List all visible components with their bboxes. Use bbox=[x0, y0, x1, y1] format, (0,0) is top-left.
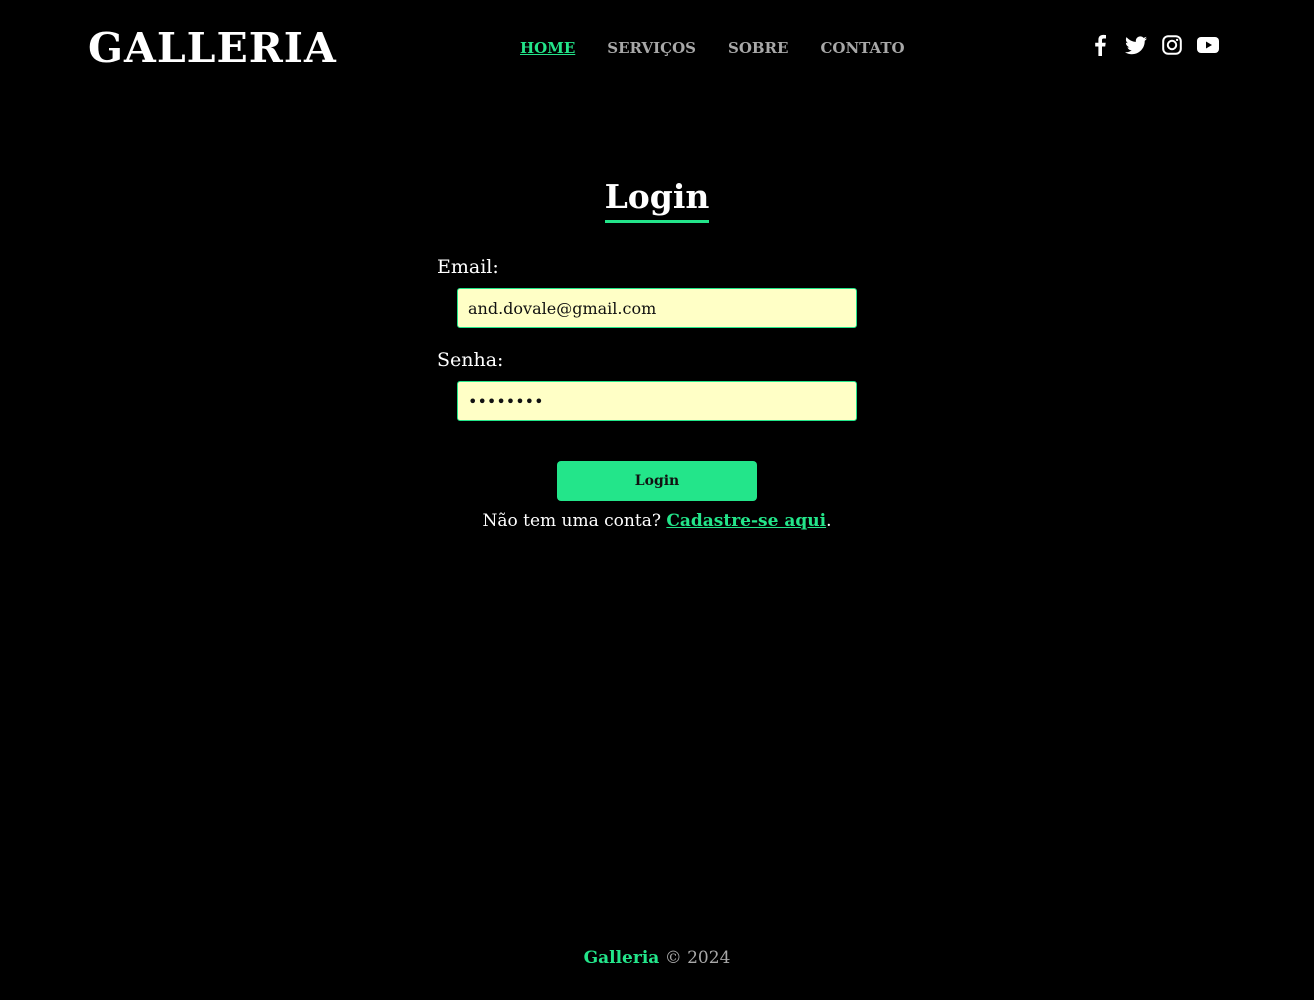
instagram-icon[interactable] bbox=[1161, 34, 1183, 56]
login-title-wrap: Login bbox=[0, 176, 1314, 223]
site-logo[interactable]: GALLERIA bbox=[88, 23, 337, 73]
signup-link[interactable]: Cadastre-se aqui bbox=[666, 511, 826, 531]
email-field[interactable] bbox=[457, 288, 857, 328]
password-field[interactable] bbox=[457, 381, 857, 421]
signup-suffix: . bbox=[826, 511, 832, 531]
nav-link-servicos[interactable]: SERVIÇOS bbox=[607, 37, 696, 59]
twitter-icon[interactable] bbox=[1125, 34, 1147, 56]
signup-prompt: Não tem uma conta? Cadastre-se aqui. bbox=[0, 510, 1314, 532]
email-label: Email: bbox=[437, 256, 499, 278]
signup-prefix: Não tem uma conta? bbox=[482, 511, 667, 531]
password-label: Senha: bbox=[437, 349, 504, 371]
facebook-icon[interactable] bbox=[1089, 34, 1111, 56]
login-title: Login bbox=[604, 176, 710, 223]
login-button[interactable]: Login bbox=[557, 461, 757, 501]
main-nav: HOME SERVIÇOS SOBRE CONTATO bbox=[520, 37, 905, 59]
nav-link-contato[interactable]: CONTATO bbox=[820, 37, 904, 59]
footer-copyright: © 2024 bbox=[659, 948, 731, 968]
youtube-icon[interactable] bbox=[1197, 34, 1219, 56]
site-header: GALLERIA HOME SERVIÇOS SOBRE CONTATO bbox=[0, 0, 1314, 95]
footer-brand: Galleria bbox=[583, 948, 660, 968]
site-footer: Galleria © 2024 bbox=[0, 947, 1314, 969]
page: GALLERIA HOME SERVIÇOS SOBRE CONTATO Log… bbox=[0, 0, 1314, 1000]
social-links bbox=[1089, 34, 1219, 56]
nav-link-sobre[interactable]: SOBRE bbox=[728, 37, 788, 59]
nav-link-home[interactable]: HOME bbox=[520, 37, 575, 59]
